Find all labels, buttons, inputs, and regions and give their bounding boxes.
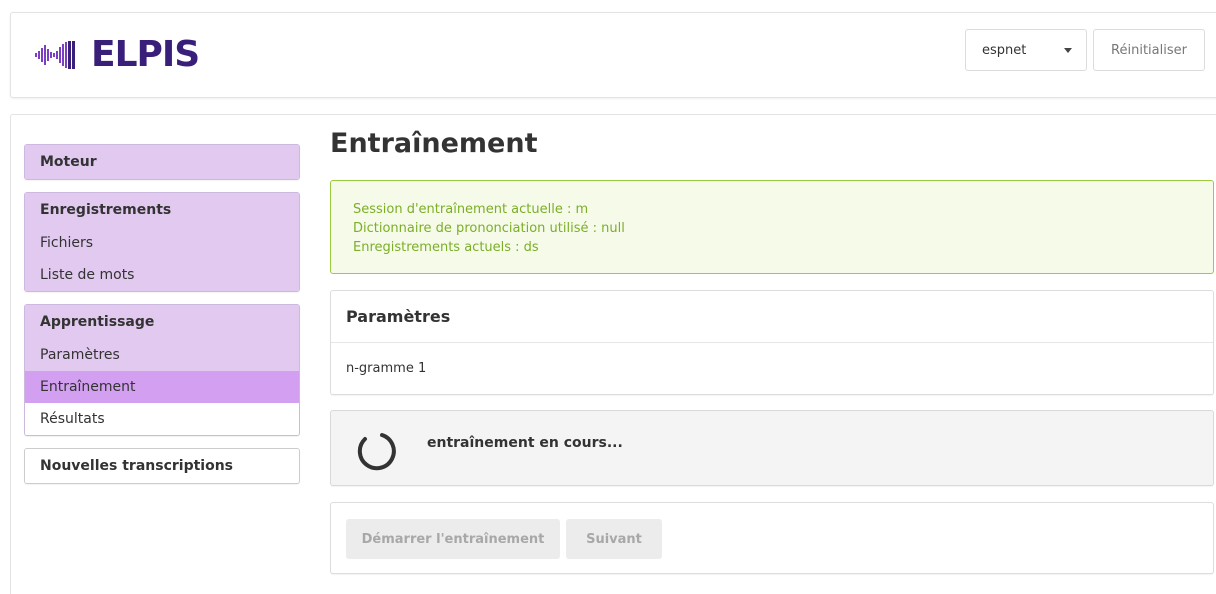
- training-status-panel: entraînement en cours...: [330, 410, 1214, 486]
- engine-select[interactable]: espnet: [965, 29, 1087, 71]
- logo-text: ELPIS: [91, 34, 200, 75]
- sidebar-item-new-transcriptions[interactable]: Nouvelles transcriptions: [25, 449, 299, 483]
- sidebar-item-learning[interactable]: Apprentissage: [25, 305, 299, 339]
- parameters-value: n-gramme 1: [346, 361, 427, 376]
- alert-line-recordings: Enregistrements actuels : ds: [353, 240, 539, 255]
- sidebar-item-wordlist[interactable]: Liste de mots: [25, 259, 299, 291]
- waveform-icon: [35, 41, 75, 69]
- sidebar-item-training[interactable]: Entraînement: [25, 371, 299, 403]
- start-training-button[interactable]: Démarrer l'entraînement: [346, 519, 560, 559]
- nav-group-new-transcriptions: Nouvelles transcriptions: [24, 448, 300, 484]
- sidebar-item-parameters[interactable]: Paramètres: [25, 339, 299, 371]
- reset-button[interactable]: Réinitialiser: [1093, 29, 1205, 71]
- sidebar-nav: Moteur Enregistrements Fichiers Liste de…: [24, 144, 300, 496]
- engine-select-value: espnet: [982, 42, 1027, 58]
- alert-line-session: Session d'entraînement actuelle : m: [353, 202, 589, 217]
- nav-group-engine: Moteur: [24, 144, 300, 180]
- nav-group-recordings: Enregistrements Fichiers Liste de mots: [24, 192, 300, 292]
- page-title: Entraînement: [330, 128, 538, 159]
- alert-line-dictionary: Dictionnaire de prononciation utilisé : …: [353, 221, 625, 236]
- session-info-alert: Session d'entraînement actuelle : m Dict…: [330, 180, 1214, 274]
- nav-group-learning: Apprentissage Paramètres Entraînement Ré…: [24, 304, 300, 436]
- sidebar-item-results[interactable]: Résultats: [25, 403, 299, 435]
- caret-down-icon: [1064, 48, 1072, 53]
- actions-panel: Démarrer l'entraînement Suivant: [330, 502, 1214, 574]
- parameters-heading: Paramètres: [331, 291, 1213, 343]
- training-status-text: entraînement en cours...: [427, 435, 623, 451]
- elpis-logo[interactable]: ELPIS: [35, 34, 200, 75]
- loading-spinner-icon: [357, 433, 396, 471]
- sidebar-item-recordings[interactable]: Enregistrements: [25, 193, 299, 227]
- sidebar-item-engine[interactable]: Moteur: [25, 145, 299, 179]
- app-header: ELPIS espnet Réinitialiser: [10, 12, 1216, 98]
- next-button[interactable]: Suivant: [566, 519, 662, 559]
- parameters-panel: Paramètres n-gramme 1: [330, 290, 1214, 395]
- sidebar-item-files[interactable]: Fichiers: [25, 227, 299, 259]
